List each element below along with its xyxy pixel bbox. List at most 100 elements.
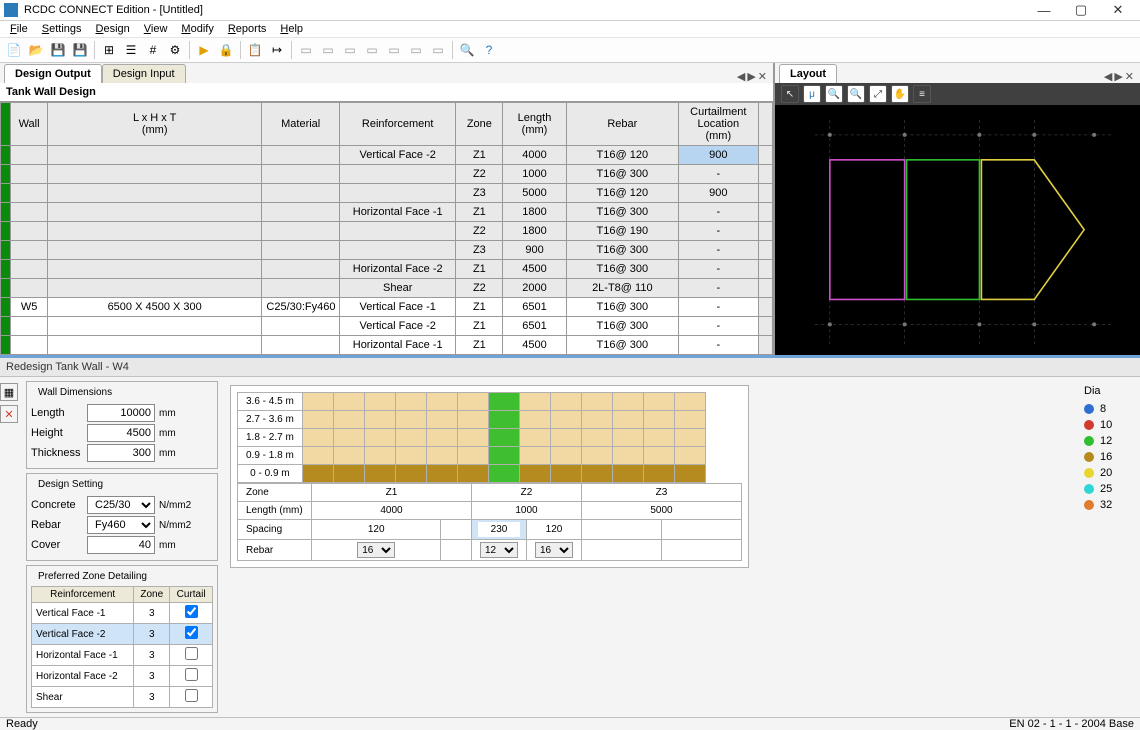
zone-cell[interactable] <box>550 411 581 429</box>
zone-cell[interactable] <box>581 465 612 483</box>
zone-cell[interactable] <box>488 393 519 411</box>
zone-cell[interactable] <box>395 465 426 483</box>
tab-close-icon[interactable]: ✕ <box>758 70 767 83</box>
zone-cell[interactable] <box>302 429 333 447</box>
tab-next-icon[interactable]: ▶ <box>747 70 755 83</box>
zoom-in-icon[interactable]: 🔍 <box>825 85 843 103</box>
tab-design-input[interactable]: Design Input <box>102 64 186 83</box>
zone-cell[interactable] <box>395 393 426 411</box>
saveall-icon[interactable]: 💾 <box>70 40 90 60</box>
report-icon[interactable]: 📋 <box>245 40 265 60</box>
spacing-z1a[interactable] <box>355 522 397 537</box>
layers-icon[interactable]: ≡ <box>913 85 931 103</box>
tool-box-icon[interactable]: ▦ <box>0 383 18 401</box>
zone-cell[interactable] <box>333 447 364 465</box>
tool-f-icon[interactable]: ▭ <box>406 40 426 60</box>
menu-modify[interactable]: Modify <box>175 21 219 37</box>
menu-file[interactable]: File <box>4 21 34 37</box>
length-input[interactable] <box>87 404 155 422</box>
rebar-z1a[interactable]: 16 <box>357 542 395 558</box>
cad-viewport[interactable] <box>775 105 1140 355</box>
zone-cell[interactable] <box>395 447 426 465</box>
pan-icon[interactable]: ✋ <box>891 85 909 103</box>
zone-cell[interactable] <box>333 393 364 411</box>
zone-cell[interactable] <box>519 411 550 429</box>
zone-cell[interactable] <box>581 447 612 465</box>
rebar-z2a[interactable]: 12 <box>480 542 518 558</box>
measure-icon[interactable]: μ <box>803 85 821 103</box>
lock-icon[interactable]: 🔒 <box>216 40 236 60</box>
grid-header[interactable]: Zone <box>456 103 503 146</box>
zone-cell[interactable] <box>457 465 488 483</box>
curtail-checkbox[interactable] <box>185 647 198 660</box>
table-row[interactable]: Horizontal Face -2Z14500T16@ 300- <box>1 260 773 279</box>
settings-icon[interactable]: ⚙ <box>165 40 185 60</box>
zone-cell[interactable] <box>457 447 488 465</box>
list-icon[interactable]: ☰ <box>121 40 141 60</box>
cursor-icon[interactable]: ↖ <box>781 85 799 103</box>
zone-cell[interactable] <box>395 411 426 429</box>
help-icon[interactable]: ? <box>479 40 499 60</box>
zone-cell[interactable] <box>612 393 643 411</box>
tool-e-icon[interactable]: ▭ <box>384 40 404 60</box>
zone-cell[interactable] <box>643 447 674 465</box>
zone-cell[interactable] <box>674 429 705 447</box>
tool-d-icon[interactable]: ▭ <box>362 40 382 60</box>
zone-row[interactable]: Shear3 <box>32 687 213 708</box>
zone-cell[interactable] <box>643 411 674 429</box>
tool-a-icon[interactable]: ▭ <box>296 40 316 60</box>
zone-cell[interactable] <box>488 411 519 429</box>
menu-reports[interactable]: Reports <box>222 21 273 37</box>
zone-cell[interactable] <box>457 393 488 411</box>
zone-cell[interactable] <box>674 447 705 465</box>
zone-cell[interactable] <box>302 393 333 411</box>
zone-cell[interactable] <box>426 465 457 483</box>
zone-cell[interactable] <box>674 465 705 483</box>
grid-header[interactable]: L x H x T(mm) <box>47 103 261 146</box>
zone-cell[interactable] <box>550 429 581 447</box>
menu-settings[interactable]: Settings <box>36 21 88 37</box>
tool-b-icon[interactable]: ▭ <box>318 40 338 60</box>
zone-cell[interactable] <box>488 429 519 447</box>
maximize-button[interactable]: ▢ <box>1063 0 1099 20</box>
zone-cell[interactable] <box>426 411 457 429</box>
zone-cell[interactable] <box>612 447 643 465</box>
grid-icon[interactable]: ⊞ <box>99 40 119 60</box>
tab-design-output[interactable]: Design Output <box>4 64 102 83</box>
zone-cell[interactable] <box>519 429 550 447</box>
tool-c-icon[interactable]: ▭ <box>340 40 360 60</box>
zone-cell[interactable] <box>426 393 457 411</box>
table-row[interactable]: Horizontal Face -1Z11800T16@ 300- <box>1 203 773 222</box>
zone-cell[interactable] <box>333 465 364 483</box>
zone-cell[interactable] <box>302 411 333 429</box>
layout-close-icon[interactable]: ✕ <box>1125 70 1134 83</box>
rebar-select[interactable]: Fy460 <box>87 516 155 534</box>
zone-cell[interactable] <box>550 465 581 483</box>
tab-prev-icon[interactable]: ◀ <box>737 70 745 83</box>
zone-cell[interactable] <box>581 429 612 447</box>
zone-cell[interactable] <box>364 465 395 483</box>
delete-icon[interactable]: ✕ <box>0 405 18 423</box>
spacing-z2b[interactable] <box>533 522 575 537</box>
grid-header[interactable]: Reinforcement <box>339 103 455 146</box>
run-icon[interactable]: ▶ <box>194 40 214 60</box>
zone-cell[interactable] <box>519 465 550 483</box>
cover-input[interactable] <box>87 536 155 554</box>
zone-cell[interactable] <box>643 393 674 411</box>
table-row[interactable]: ShearZ220002L-T8@ 110- <box>1 279 773 298</box>
search-icon[interactable]: 🔍 <box>457 40 477 60</box>
zone-cell[interactable] <box>550 447 581 465</box>
zone-cell[interactable] <box>519 393 550 411</box>
export-icon[interactable]: ↦ <box>267 40 287 60</box>
zone-detailing-table[interactable]: ReinforcementZoneCurtailVertical Face -1… <box>31 586 213 708</box>
table-row[interactable]: Vertical Face -2Z16501T16@ 300- <box>1 317 773 336</box>
rebar-z2b[interactable]: 16 <box>535 542 573 558</box>
close-button[interactable]: ✕ <box>1100 0 1136 20</box>
grid-header[interactable]: Wall <box>11 103 48 146</box>
hash-icon[interactable]: # <box>143 40 163 60</box>
zone-cell[interactable] <box>488 465 519 483</box>
menu-design[interactable]: Design <box>90 21 136 37</box>
table-row[interactable]: Z21000T16@ 300- <box>1 165 773 184</box>
zoom-out-icon[interactable]: 🔍 <box>847 85 865 103</box>
design-output-grid[interactable]: WallL x H x T(mm)MaterialReinforcementZo… <box>0 102 773 355</box>
